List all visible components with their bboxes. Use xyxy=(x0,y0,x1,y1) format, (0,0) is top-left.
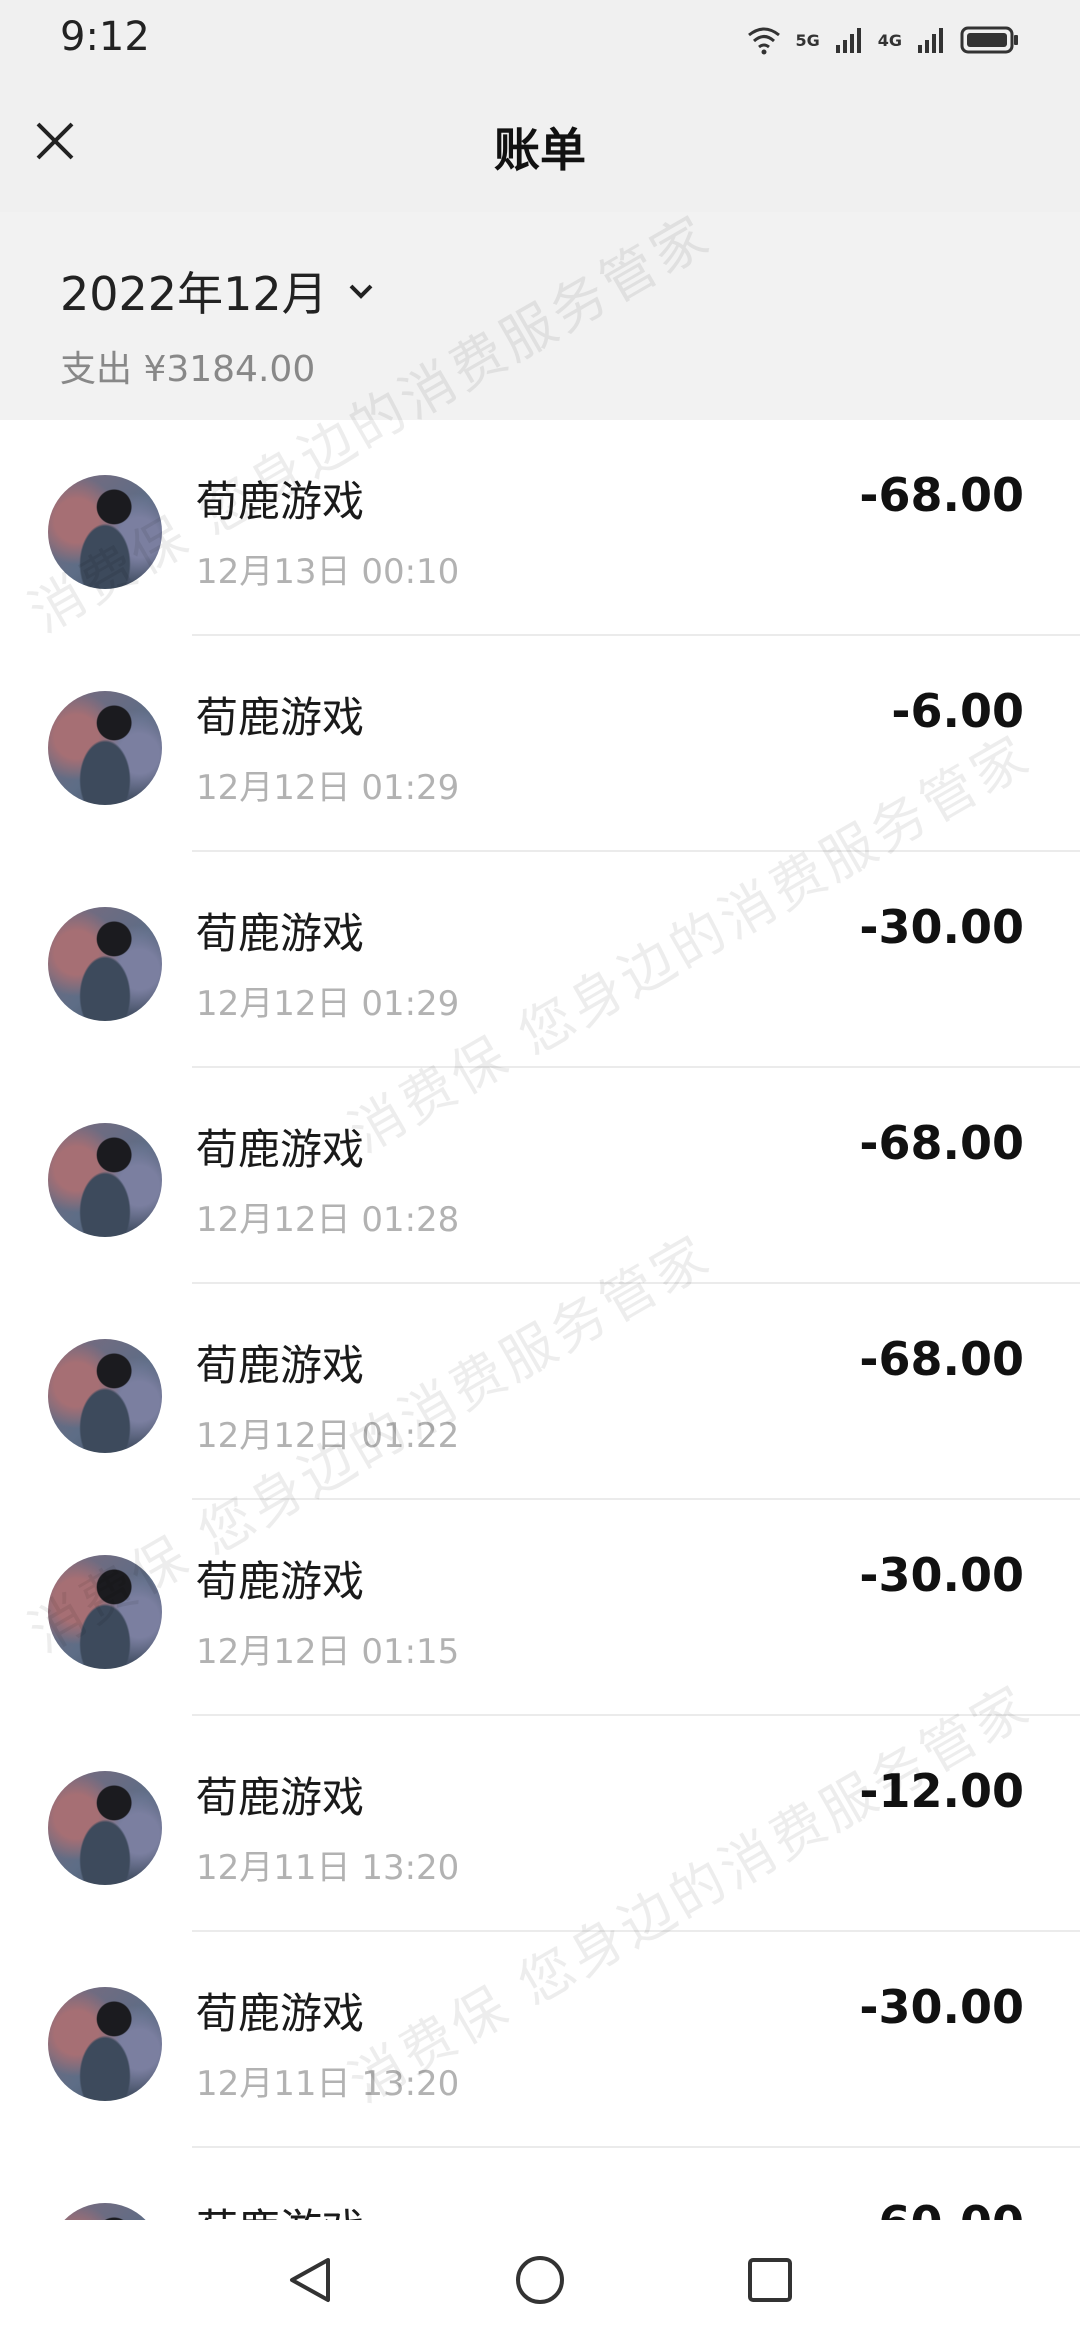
transaction-amount: -68.00 xyxy=(859,1332,1024,1386)
network-4g-label: 4G xyxy=(877,30,902,50)
battery-icon xyxy=(960,26,1018,54)
home-circle-icon[interactable] xyxy=(512,2252,568,2308)
transaction-time: 12月12日 01:15 xyxy=(196,1632,460,1672)
transaction-time: 12月13日 00:10 xyxy=(196,552,460,592)
transaction-time: 12月12日 01:28 xyxy=(196,1200,460,1240)
merchant-avatar xyxy=(48,1123,162,1237)
merchant-name: 荀鹿游戏 xyxy=(196,1773,365,1822)
month-label: 2022年12月 xyxy=(60,267,328,321)
merchant-avatar xyxy=(48,691,162,805)
transaction-row[interactable]: 荀鹿游戏 12月12日 01:29 -30.00 xyxy=(0,852,1080,1068)
merchant-name: 荀鹿游戏 xyxy=(196,477,365,526)
transaction-amount: -68.00 xyxy=(859,468,1024,522)
transaction-amount: -60.00 xyxy=(859,2196,1024,2220)
back-triangle-icon[interactable] xyxy=(282,2252,338,2308)
transaction-amount: -30.00 xyxy=(859,900,1024,954)
signal-icon xyxy=(835,28,861,53)
merchant-avatar xyxy=(48,2203,162,2220)
top-navbar: 账单 xyxy=(0,80,1080,212)
merchant-avatar xyxy=(48,1555,162,1669)
transaction-row[interactable]: 荀鹿游戏 12月12日 01:15 -30.00 xyxy=(0,1500,1080,1716)
merchant-name: 荀鹿游戏 xyxy=(196,1125,365,1174)
recent-square-icon[interactable] xyxy=(742,2252,798,2308)
transaction-row[interactable]: 荀鹿游戏 12月11日 13:20 -12.00 xyxy=(0,1716,1080,1932)
transaction-row[interactable]: 荀鹿游戏 12月12日 01:28 -68.00 xyxy=(0,1068,1080,1284)
month-summary: 2022年12月 支出 ¥3184.00 xyxy=(0,212,1080,420)
merchant-avatar xyxy=(48,1771,162,1885)
status-bar: 9:12 5G 4G xyxy=(0,0,1080,80)
merchant-name: 荀鹿游戏 xyxy=(196,693,365,742)
merchant-avatar xyxy=(48,1339,162,1453)
transaction-time: 12月12日 01:22 xyxy=(196,1416,460,1456)
transaction-time: 12月11日 13:20 xyxy=(196,2064,460,2104)
transaction-amount: -30.00 xyxy=(859,1548,1024,1602)
merchant-avatar xyxy=(48,475,162,589)
page-title: 账单 xyxy=(494,123,586,177)
transaction-row[interactable]: 荀鹿游戏 12月11日 13:20 -30.00 xyxy=(0,1932,1080,2148)
transaction-row[interactable]: 荀鹿游戏 -60.00 xyxy=(0,2148,1080,2220)
merchant-avatar xyxy=(48,1987,162,2101)
transaction-list: 荀鹿游戏 12月13日 00:10 -68.00 荀鹿游戏 12月12日 01:… xyxy=(0,420,1080,2220)
merchant-name: 荀鹿游戏 xyxy=(196,909,365,958)
merchant-avatar xyxy=(48,907,162,1021)
merchant-name: 荀鹿游戏 xyxy=(196,1557,365,1606)
system-nav-bar xyxy=(0,2220,1080,2340)
spend-total: 支出 ¥3184.00 xyxy=(60,349,316,390)
transaction-time: 12月12日 01:29 xyxy=(196,768,460,808)
transaction-time: 12月11日 13:20 xyxy=(196,1848,460,1888)
transaction-row[interactable]: 荀鹿游戏 12月12日 01:22 -68.00 xyxy=(0,1284,1080,1500)
transaction-amount: -6.00 xyxy=(891,684,1024,738)
transaction-row[interactable]: 荀鹿游戏 12月12日 01:29 -6.00 xyxy=(0,636,1080,852)
status-time: 9:12 xyxy=(60,14,150,60)
merchant-name: 荀鹿游戏 xyxy=(196,1989,365,2038)
chevron-down-icon xyxy=(349,284,373,299)
transaction-amount: -68.00 xyxy=(859,1116,1024,1170)
merchant-name: 荀鹿游戏 xyxy=(196,2196,364,2220)
transaction-time: 12月12日 01:29 xyxy=(196,984,460,1024)
transaction-amount: -12.00 xyxy=(859,1764,1024,1818)
signal-icon-2 xyxy=(918,28,943,53)
network-5g-label: 5G xyxy=(795,30,820,50)
merchant-name: 荀鹿游戏 xyxy=(196,1341,365,1390)
transaction-amount: -30.00 xyxy=(859,1980,1024,2034)
transaction-row[interactable]: 荀鹿游戏 12月13日 00:10 -68.00 xyxy=(0,420,1080,636)
status-icons: 5G 4G xyxy=(747,18,1020,62)
wifi-icon xyxy=(748,27,781,55)
month-selector[interactable]: 2022年12月 xyxy=(60,258,376,324)
